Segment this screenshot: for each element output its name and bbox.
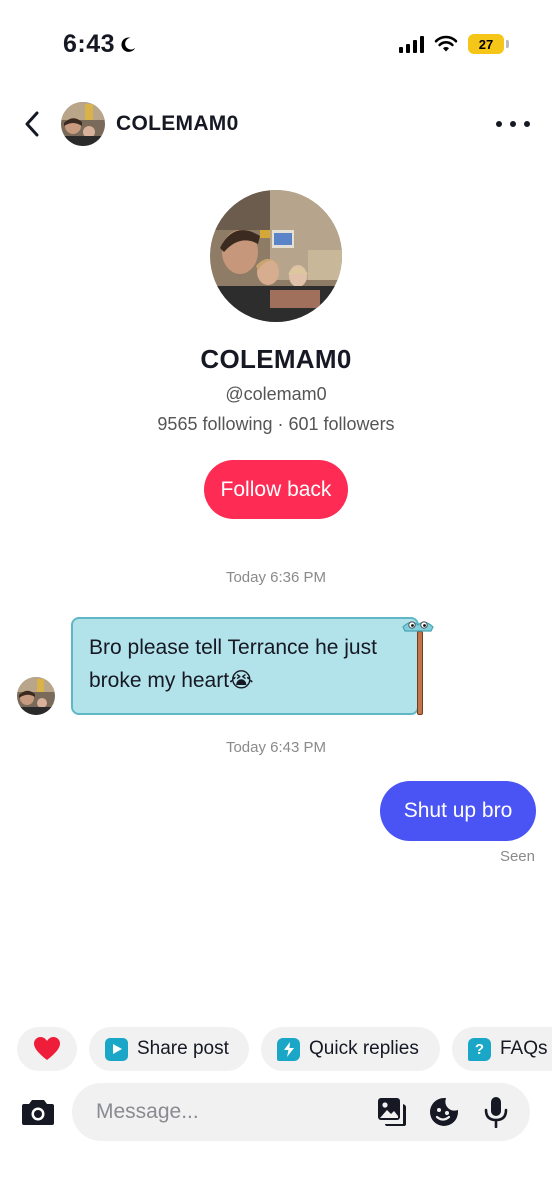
gallery-button[interactable] [376,1096,408,1128]
chat-header: COLEMAM0 [0,96,552,152]
heart-chip[interactable] [17,1027,77,1071]
status-bar: 6:43 27 [0,0,552,90]
follow-back-button[interactable]: Follow back [204,460,348,519]
header-username[interactable]: COLEMAM0 [116,112,239,136]
status-indicators: 27 [399,34,509,54]
received-message-bubble[interactable]: Bro please tell Terrance he just broke m… [71,617,434,715]
share-post-label: Share post [137,1038,229,1059]
sent-message-bubble[interactable]: Shut up bro [380,781,536,841]
heart-icon [34,1037,60,1060]
back-button[interactable] [18,108,46,140]
voice-message-button[interactable] [480,1096,512,1128]
quick-replies-label: Quick replies [309,1038,419,1059]
faqs-chip[interactable]: ? FAQs [452,1027,552,1071]
more-dot-icon [510,121,516,127]
camera-icon [22,1100,54,1125]
sticker-button[interactable] [428,1096,460,1128]
wifi-icon [434,35,458,52]
message-timestamp: Today 6:36 PM [225,569,327,586]
profile-handle: @colemam0 [225,384,327,404]
seen-status: Seen [499,848,535,865]
more-options-button[interactable] [496,114,530,134]
message-timestamp: Today 6:43 PM [225,739,327,756]
faqs-label: FAQs [500,1038,548,1059]
quick-action-chips: Share post Quick replies ? FAQs [0,1027,552,1073]
profile-photo-icon [210,190,342,322]
quick-replies-chip[interactable]: Quick replies [261,1027,440,1071]
sent-message-text: Shut up bro [403,799,513,822]
chevron-left-icon [25,111,39,137]
avatar-photo-icon [61,102,105,146]
received-message-text: Bro please tell Terrance he just broke m… [89,636,377,692]
more-dot-icon [496,121,502,127]
more-dot-icon [524,121,530,127]
question-bubble-icon: ? [468,1037,491,1061]
camera-button[interactable] [20,1094,56,1130]
sticker-emoji-icon [430,1098,458,1126]
sender-avatar[interactable] [17,677,55,715]
profile-display-name: COLEMAM0 [200,344,352,374]
header-avatar[interactable] [61,102,105,146]
profile-follow-stats: 9565 following · 601 followers [157,414,395,434]
message-composer [72,1083,530,1141]
share-post-chip[interactable]: Share post [89,1027,249,1071]
battery-level: 27 [478,36,494,52]
cellular-signal-icon [399,35,424,53]
bubble-decoration-pole [417,631,423,715]
microphone-icon [484,1097,508,1128]
lightning-bubble-icon [277,1037,300,1061]
message-input[interactable] [96,1083,366,1141]
status-time: 6:43 [63,30,137,59]
profile-avatar[interactable] [210,190,342,322]
image-gallery-icon [378,1098,406,1126]
play-square-icon [105,1037,128,1061]
avatar-photo-icon [17,677,55,715]
moon-icon [121,37,136,52]
status-time-text: 6:43 [63,30,116,58]
battery-indicator: 27 [468,34,509,54]
